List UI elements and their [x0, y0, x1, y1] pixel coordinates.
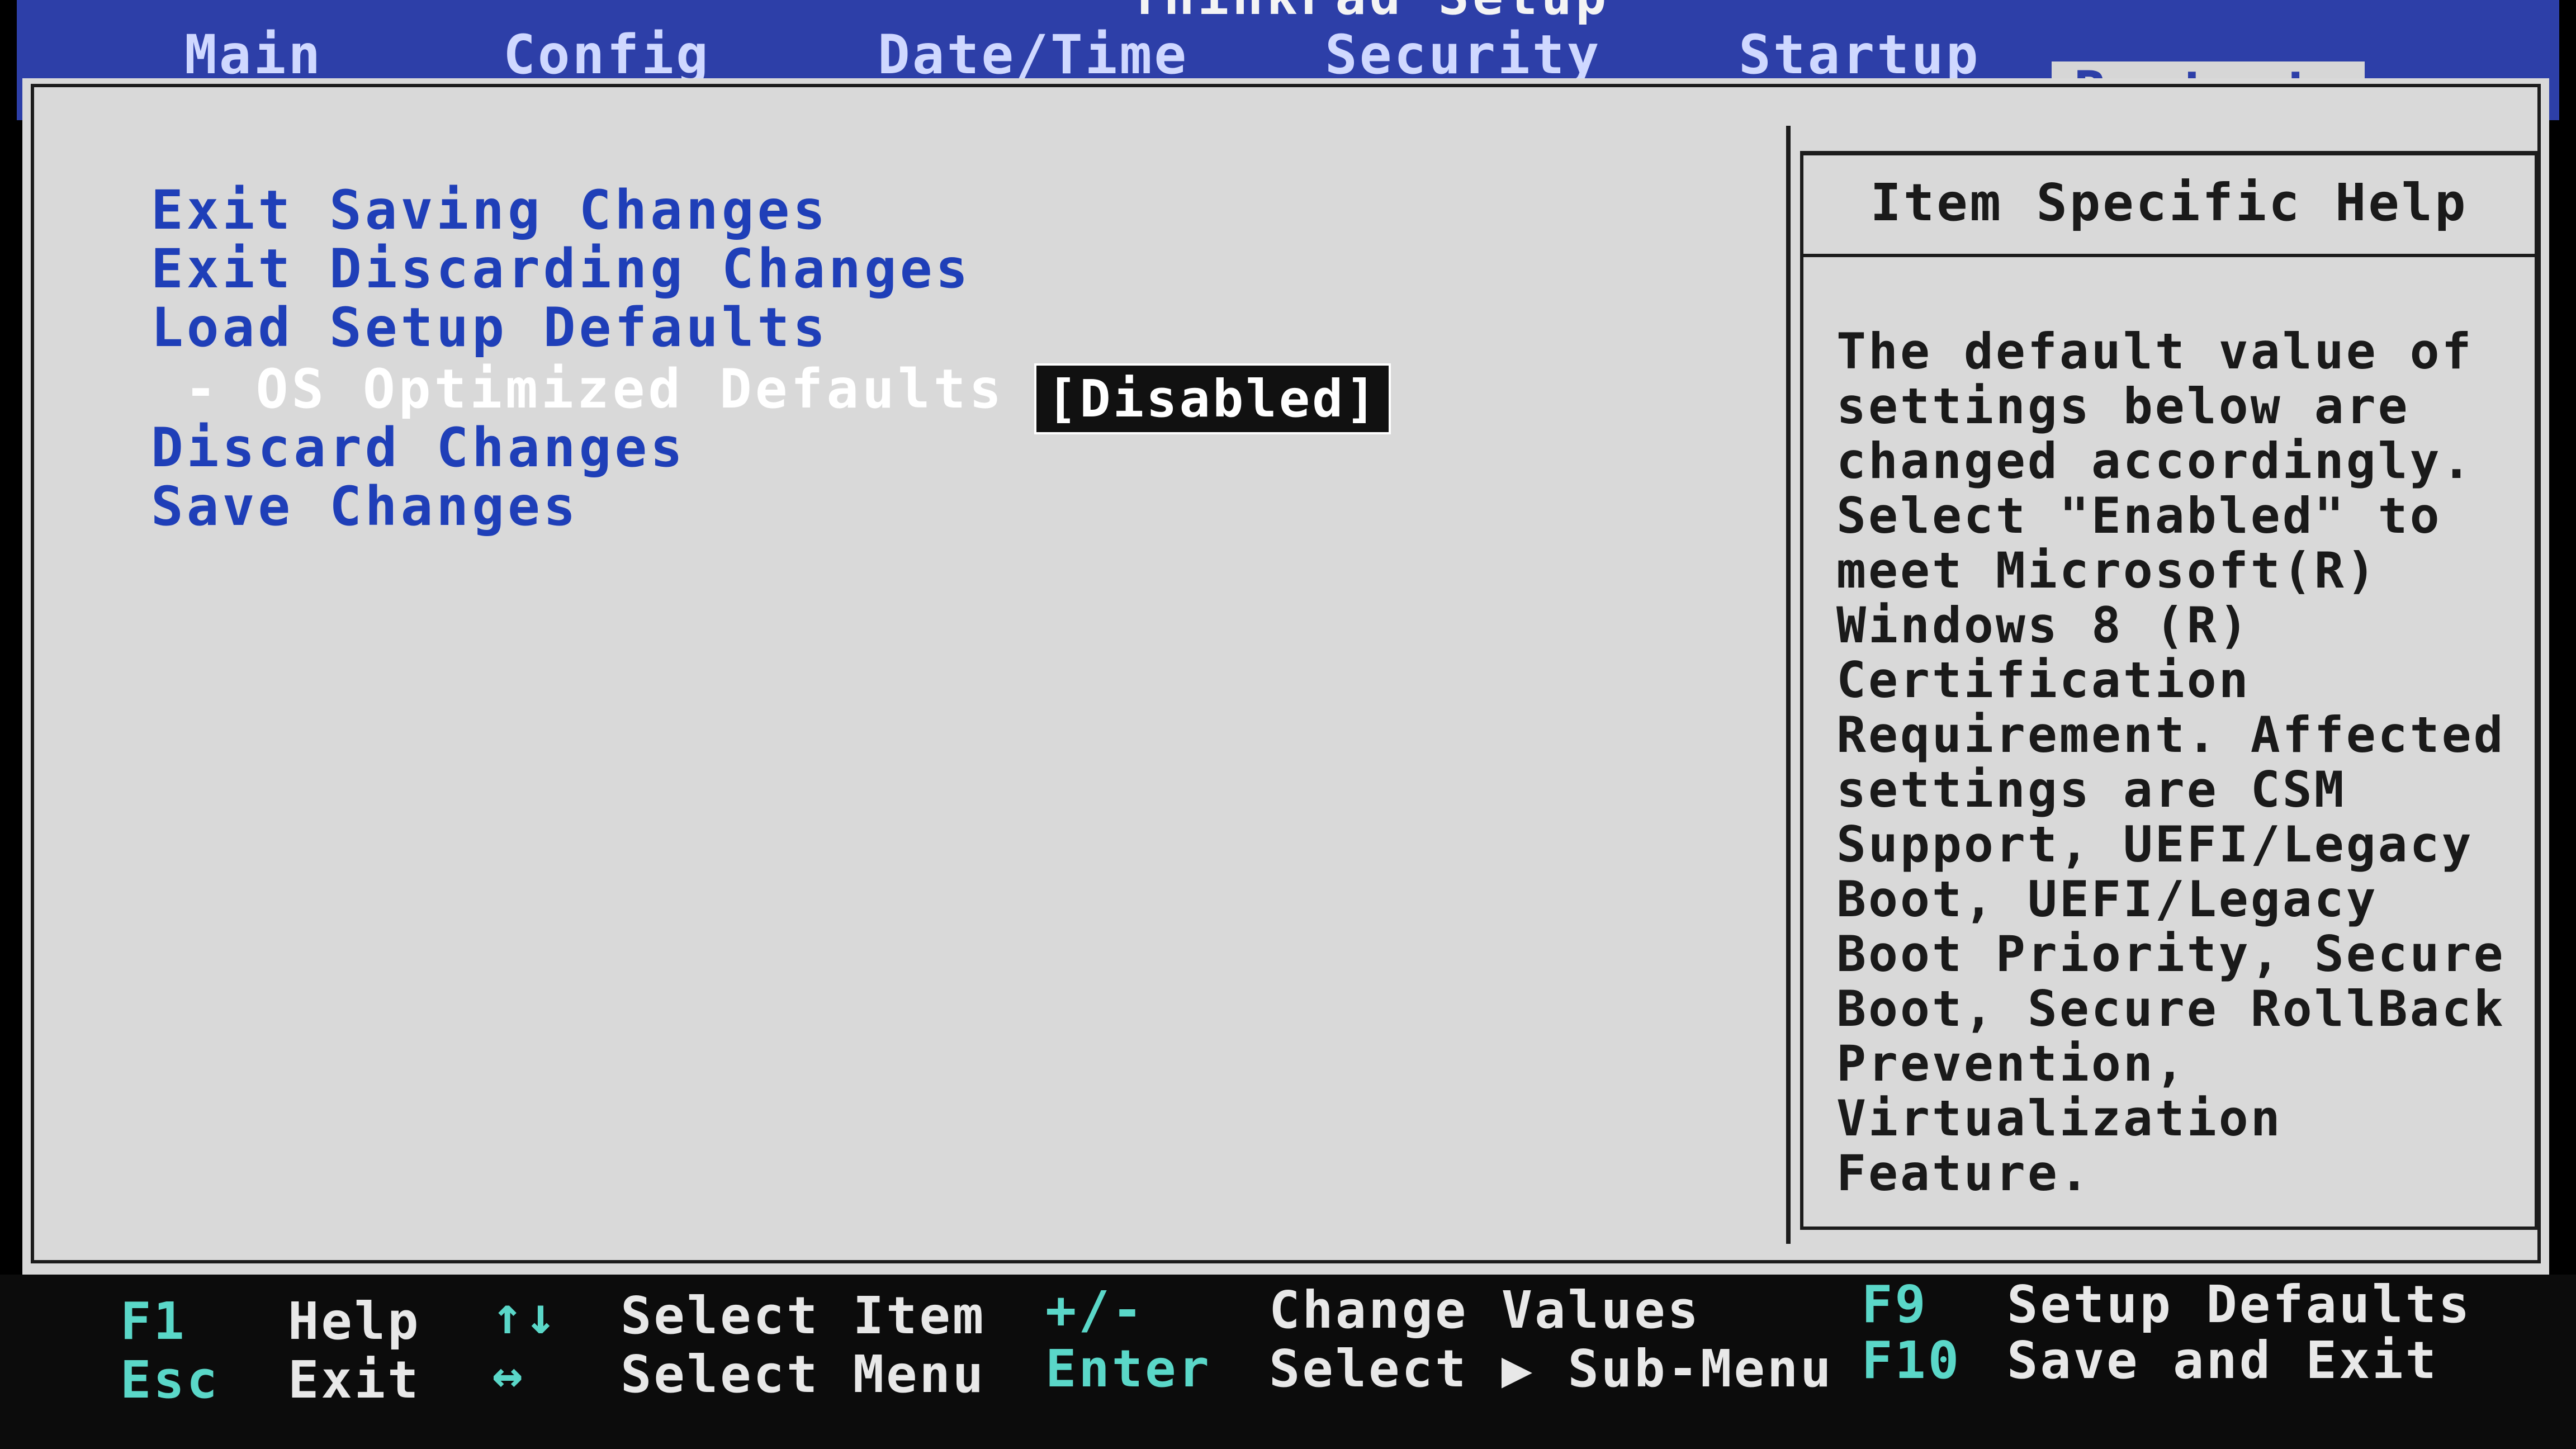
key-left-right: ↔: [492, 1344, 525, 1404]
key-plus-minus: +/-: [1045, 1280, 1145, 1340]
key-up-down: ↑↓: [492, 1286, 558, 1346]
menu-save-changes[interactable]: Save Changes: [151, 475, 579, 538]
key-esc: Esc: [120, 1350, 220, 1410]
key-enter: Enter: [1045, 1339, 1211, 1399]
key-enter-desc: Select ▶ Sub-Menu: [1269, 1339, 1834, 1399]
menu-exit-saving-changes[interactable]: Exit Saving Changes: [151, 179, 828, 242]
key-legend-bar: F1 Help Esc Exit ↑↓ Select Item ↔ Select…: [0, 1275, 2576, 1449]
menu-exit-discarding-changes[interactable]: Exit Discarding Changes: [151, 238, 971, 300]
key-f10-desc: Save and Exit: [2007, 1330, 2439, 1390]
key-esc-desc: Exit: [288, 1350, 421, 1410]
help-header: Item Specific Help: [1800, 151, 2538, 257]
key-f9-desc: Setup Defaults: [2007, 1275, 2472, 1334]
key-up-down-desc: Select Item: [621, 1286, 986, 1346]
key-left-right-desc: Select Menu: [621, 1344, 986, 1404]
menu-os-optimized-defaults[interactable]: - OS Optimized Defaults: [184, 358, 1005, 420]
panel-divider: [1786, 126, 1791, 1244]
key-f10: F10: [1862, 1330, 1962, 1390]
key-f1: F1: [120, 1291, 187, 1351]
menu-load-setup-defaults[interactable]: Load Setup Defaults: [151, 296, 828, 359]
key-f9: F9: [1862, 1275, 1928, 1334]
key-f1-desc: Help: [288, 1291, 421, 1351]
menu-discard-changes[interactable]: Discard Changes: [151, 416, 686, 479]
os-optimized-defaults-value[interactable]: [Disabled]: [1034, 363, 1391, 434]
key-plus-minus-desc: Change Values: [1269, 1280, 1701, 1340]
help-text: The default value of settings below are …: [1836, 323, 2506, 1202]
